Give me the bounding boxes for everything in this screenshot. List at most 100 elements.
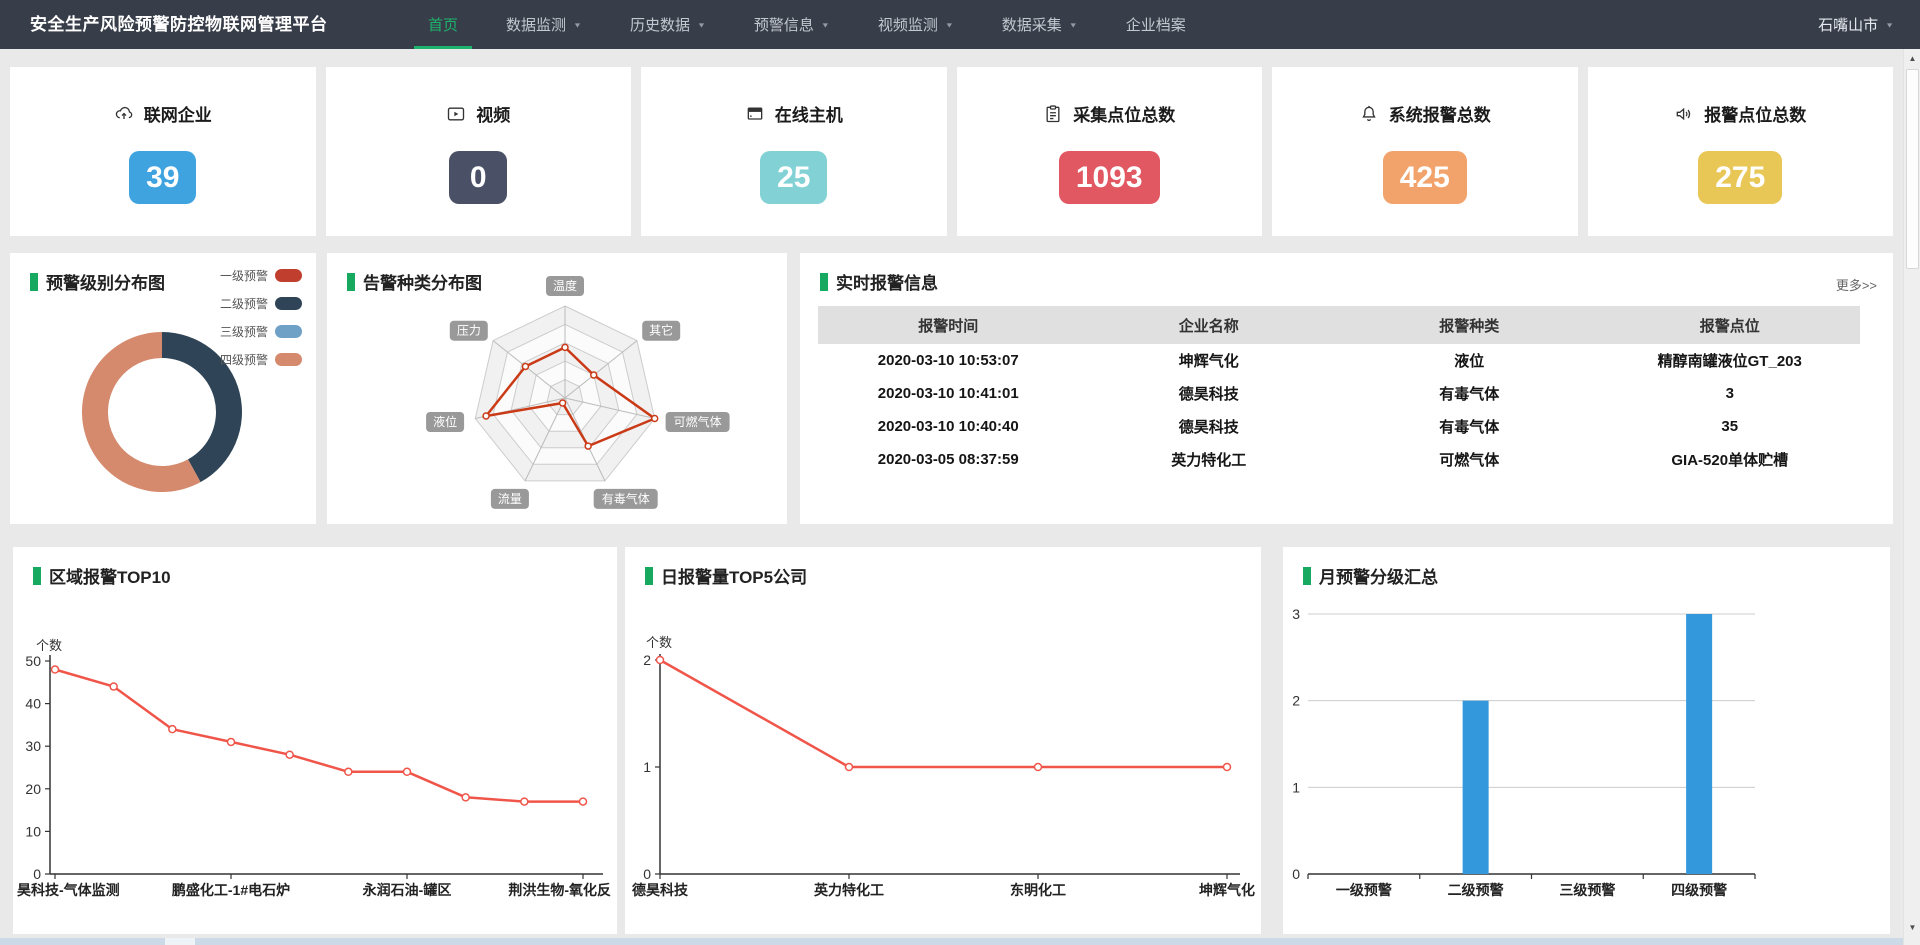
- alarm-table-cell: 坤辉气化: [1079, 344, 1340, 377]
- vertical-scrollbar[interactable]: ▲ ▼: [1903, 49, 1920, 945]
- alarm-table-cell: 35: [1600, 410, 1861, 443]
- nav-item-label: 历史数据: [630, 14, 690, 35]
- alarm-type-panel: 告警种类分布图 温度其它可燃气体有毒气体流量液位压力: [327, 253, 787, 524]
- vertical-scrollbar-thumb[interactable]: [1906, 69, 1919, 269]
- clipboard-icon: [1043, 104, 1063, 124]
- region-label: 石嘴山市: [1818, 14, 1878, 35]
- legend-item[interactable]: 四级预警: [220, 345, 302, 373]
- line-series: [55, 670, 583, 802]
- panel-title: 实时报警信息: [820, 269, 938, 294]
- more-link[interactable]: 更多>>: [1836, 275, 1877, 294]
- radar-marker: [591, 372, 597, 378]
- alarm-table-cell: 2020-03-05 08:37:59: [818, 443, 1079, 476]
- speaker-icon: [1674, 104, 1694, 124]
- chart-text: 50: [25, 653, 41, 669]
- alarm-table-header-cell: 报警时间: [818, 306, 1079, 344]
- nav-item-data-monitoring[interactable]: 数据监测 ▼: [482, 0, 606, 49]
- alarm-table-cell: 德昊科技: [1079, 410, 1340, 443]
- panel-title: 预警级别分布图: [30, 269, 165, 294]
- alarm-table-cell: 精醇南罐液位GT_203: [1600, 344, 1861, 377]
- line-marker: [846, 764, 853, 771]
- green-bullet-icon: [30, 273, 38, 291]
- monthly-warning-panel: 月预警分级汇总 0123一级预警二级预警三级预警四级预警: [1283, 547, 1890, 934]
- stat-card-value: 425: [1383, 151, 1467, 204]
- legend-item[interactable]: 二级预警: [220, 289, 302, 317]
- panel-title-text: 日报警量TOP5公司: [661, 563, 807, 588]
- horizontal-scrollbar[interactable]: [0, 938, 1903, 945]
- nav-item-history-data[interactable]: 历史数据 ▼: [606, 0, 730, 49]
- chart-text: 10: [25, 823, 41, 839]
- alarm-table-row: 2020-03-10 10:53:07坤辉气化液位精醇南罐液位GT_203: [818, 344, 1860, 377]
- chart-text: 2: [1292, 693, 1300, 709]
- stat-card-title: 采集点位总数: [957, 101, 1263, 126]
- nav-item-home[interactable]: 首页: [404, 0, 482, 49]
- nav-item-label: 预警信息: [754, 14, 814, 35]
- line-marker: [404, 768, 411, 775]
- line-marker: [52, 666, 59, 673]
- chevron-down-icon: ▼: [697, 21, 706, 29]
- stat-card-label: 报警点位总数: [1704, 101, 1806, 126]
- line-marker: [110, 683, 117, 690]
- green-bullet-icon: [1303, 567, 1311, 585]
- nav-item-label: 数据监测: [506, 14, 566, 35]
- nav-item-video-monitoring[interactable]: 视频监测▼: [854, 0, 978, 49]
- stat-card-value: 275: [1698, 151, 1782, 204]
- chevron-down-icon: ▼: [573, 21, 582, 29]
- stat-card-title: 联网企业: [10, 101, 316, 126]
- warning-level-panel: 预警级别分布图 一级预警二级预警三级预警四级预警: [10, 253, 316, 524]
- nav-item-label: 数据采集: [1002, 14, 1062, 35]
- legend-item[interactable]: 一级预警: [220, 261, 302, 289]
- alarm-table-cell: 德昊科技: [1079, 377, 1340, 410]
- panel-title-text: 预警级别分布图: [46, 269, 165, 294]
- line-marker: [462, 794, 469, 801]
- line-marker: [521, 798, 528, 805]
- stat-card-videos: 视频 0: [326, 67, 632, 236]
- chart-text: 20: [25, 781, 41, 797]
- bell-icon: [1359, 104, 1379, 124]
- panel-title-text: 实时报警信息: [836, 269, 938, 294]
- alarm-table-row: 2020-03-10 10:40:40德昊科技有毒气体35: [818, 410, 1860, 443]
- nav-item-data-collection[interactable]: 数据采集 ▼: [978, 0, 1102, 49]
- stat-card-value: 1093: [1059, 151, 1160, 204]
- stat-card-value: 0: [449, 151, 507, 204]
- chart-text: 鹏盛化工-1#电石炉: [172, 882, 290, 898]
- stat-card-label: 视频: [476, 101, 510, 126]
- stat-card-collection-points: 采集点位总数 1093: [957, 67, 1263, 236]
- chevron-down-icon: ▼: [1069, 21, 1078, 29]
- nav-item-enterprise-archive[interactable]: 企业档案: [1102, 0, 1210, 49]
- line-marker: [580, 798, 587, 805]
- cloud-icon: [114, 104, 134, 124]
- legend-swatch: [275, 325, 302, 338]
- legend-label: 三级预警: [220, 323, 268, 340]
- chevron-down-icon: ▼: [821, 21, 830, 29]
- alarm-table-cell: 2020-03-10 10:41:01: [818, 377, 1079, 410]
- chart-text: 东明化工: [1010, 882, 1066, 898]
- alarm-table-cell: 3: [1600, 377, 1861, 410]
- scroll-down-icon[interactable]: ▼: [1904, 920, 1920, 936]
- line-series: [660, 660, 1227, 767]
- daily-top5-panel: 日报警量TOP5公司 个数012德昊科技英力特化工东明化工坤辉气化: [625, 547, 1261, 934]
- chart-text: 个数: [646, 635, 672, 650]
- line-marker: [345, 768, 352, 775]
- chart-text: 四级预警: [1671, 882, 1727, 898]
- bar: [1463, 701, 1489, 874]
- chart-text: 德昊科技: [632, 882, 689, 898]
- alarm-table-cell: 英力特化工: [1079, 443, 1340, 476]
- legend-item[interactable]: 三级预警: [220, 317, 302, 345]
- line-marker: [286, 751, 293, 758]
- scroll-up-icon[interactable]: ▲: [1904, 51, 1920, 67]
- chart-text: 昊科技-气体监测: [17, 882, 120, 898]
- bar: [1686, 614, 1712, 874]
- chart-text: 英力特化工: [813, 882, 884, 898]
- nav-item-warning-info[interactable]: 预警信息 ▼: [730, 0, 854, 49]
- region-selector[interactable]: 石嘴山市 ▼: [1818, 0, 1894, 49]
- stat-card-title: 视频: [326, 101, 632, 126]
- chart-text: 永润石油-罐区: [362, 882, 452, 898]
- radar-marker: [522, 363, 528, 369]
- horizontal-scrollbar-thumb[interactable]: [165, 938, 195, 945]
- alarm-table-cell: 有毒气体: [1339, 410, 1600, 443]
- chart-text: 40: [25, 696, 41, 712]
- chart-text: 有毒气体: [602, 491, 650, 506]
- panel-title: 区域报警TOP10: [33, 563, 171, 588]
- stat-card-label: 联网企业: [144, 101, 212, 126]
